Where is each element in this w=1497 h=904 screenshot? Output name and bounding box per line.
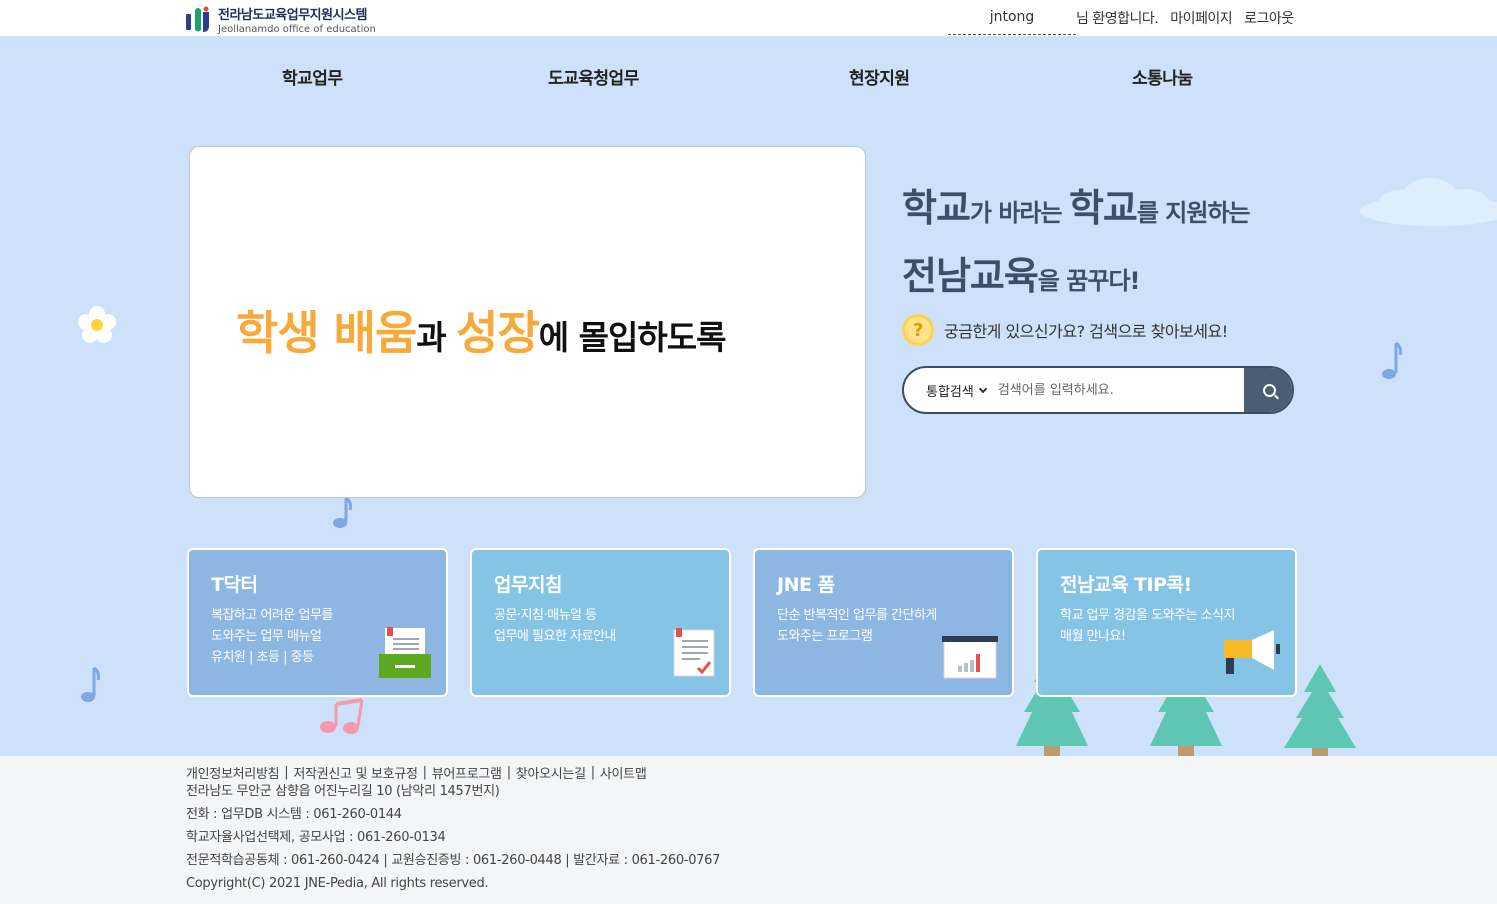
slogan-word5: 전남교육 [902,254,1039,298]
chart-board-icon [942,636,998,679]
music-note-icon [1382,341,1402,379]
user-area: jntong 님 환영합니다. 마이페이지 로그아웃 [948,0,1294,36]
search-prompt: ? 궁금한게 있으신가요? 검색으로 찾아보세요! [902,314,1228,346]
card-line: 학교 업무 경감을 도와주는 소식지 [1060,608,1235,623]
card-t-doctor[interactable]: T닥터 복잡하고 어려운 업무를 도와주는 업무 매뉴얼 유치원 | 초등 | … [187,548,448,697]
flower-icon [78,306,116,343]
banner-text: 학생 배움과 성장에 몰입하도록 [236,297,727,363]
footer-phone: 전문적학습공동체 : 061-260-0424 | 교원승진증빙 : 061-2… [186,853,721,868]
card-jne-form[interactable]: JNE 폼 단순 반복적인 업무를 간단하게 도와주는 프로그램 [753,548,1014,697]
nav-office-work[interactable]: 도교육청업무 [548,64,639,89]
chevron-down-icon [978,384,988,393]
footer-link-copyright[interactable]: 저작권신고 및 보호규정 [293,763,418,782]
card-title: 전남교육 TIP콕! [1060,574,1192,596]
footer-phone: 학교자율사업선택제, 공모사업 : 061-260-0134 [186,830,446,845]
search-icon [1262,383,1276,397]
nav-communication[interactable]: 소통나눔 [1132,64,1193,89]
document-check-icon [673,628,715,677]
site-logo[interactable]: 전라남도교육업무지원시스템 Jeollanamdo office of educ… [186,4,376,35]
footer-link-privacy[interactable]: 개인정보처리방침 [186,763,280,782]
megaphone-icon [1224,630,1280,674]
card-title: JNE 폼 [777,574,835,596]
search-type-select[interactable]: 통합검색 [926,381,988,400]
slogan-word2: 가 바라는 [969,199,1069,227]
username: jntong [948,1,1076,35]
main-banner[interactable]: 학생 배움과 성장에 몰입하도록 [189,146,866,498]
card-line: 단순 반복적인 업무를 간단하게 [777,608,937,623]
card-work-guide[interactable]: 업무지침 공문·지침·매뉴얼 등 업무에 필요한 자료안내 [470,548,731,697]
main-nav: 학교업무 도교육청업무 현장지원 소통나눔 [0,36,1497,116]
card-title: 업무지침 [494,574,562,596]
slogan-word3: 학교 [1068,186,1138,230]
search-prompt-text: 궁금한게 있으신가요? 검색으로 찾아보세요! [944,322,1228,341]
footer-phone: 전화 : 업무DB 시스템 : 061-260-0144 [186,807,402,822]
search-button[interactable] [1244,368,1292,412]
card-tip[interactable]: 전남교육 TIP콕! 학교 업무 경감을 도와주는 소식지 매월 만나요! [1036,548,1297,697]
main-section: 학교업무 도교육청업무 현장지원 소통나눔 학생 배움과 성장에 몰입하도록 학… [0,36,1497,756]
banner-part2: 과 [416,318,457,357]
welcome-text: 님 환영합니다. [1076,11,1159,27]
slogan-word6: 을 꿈꾸다! [1037,267,1141,295]
footer-link-directions[interactable]: 찾아오시는길 [516,763,586,782]
logo-icon [186,6,210,33]
slogan-word1: 학교 [902,186,971,230]
footer: 개인정보처리방침 | 저작권신고 및 보호규정 | 뷰어프로그램 | 찾아오시는길 | … [0,756,1497,904]
footer-copyright: Copyright(C) 2021 JNE-Pedia, All rights … [186,876,489,891]
slogan-word4: 를 지원하는 [1136,199,1251,227]
search-bar: 통합검색 [902,366,1294,414]
music-note-icon [81,666,100,702]
nav-field-support[interactable]: 현장지원 [849,64,910,89]
slogan: 학교가 바라는 학교를 지원하는 전남교육을 꿈꾸다! [902,178,1251,314]
footer-links: 개인정보처리방침 | 저작권신고 및 보호규정 | 뷰어프로그램 | 찾아오시는길 | … [186,763,647,782]
double-music-note-icon [320,698,364,734]
card-line: 공문·지침·매뉴얼 등 [494,608,597,623]
search-input[interactable] [997,382,1228,398]
banner-part4: 에 몰입하도록 [538,318,727,357]
card-line: 복잡하고 어려운 업무를 [211,608,333,623]
music-note-icon [333,496,352,528]
logo-subtitle: Jeollanamdo office of education [218,24,376,35]
banner-part3: 성장 [456,306,540,360]
search-type-value: 통합검색 [926,384,974,400]
card-title: T닥터 [211,574,258,596]
footer-address: 전라남도 무안군 삼향읍 어진누리길 10 (남악리 1457번지) [186,784,500,799]
nav-school-work[interactable]: 학교업무 [282,64,343,89]
banner-part1: 학생 배움 [236,306,417,360]
logo-title: 전라남도교육업무지원시스템 [218,8,367,23]
question-icon: ? [902,314,934,346]
mypage-link[interactable]: 마이페이지 [1170,8,1232,28]
footer-link-sitemap[interactable]: 사이트맵 [600,763,647,782]
logout-link[interactable]: 로그아웃 [1244,8,1294,28]
top-header: 전라남도교육업무지원시스템 Jeollanamdo office of educ… [0,0,1497,36]
manual-box-icon [379,627,431,678]
cloud-icon [1360,178,1497,226]
footer-link-viewer[interactable]: 뷰어프로그램 [432,763,502,782]
